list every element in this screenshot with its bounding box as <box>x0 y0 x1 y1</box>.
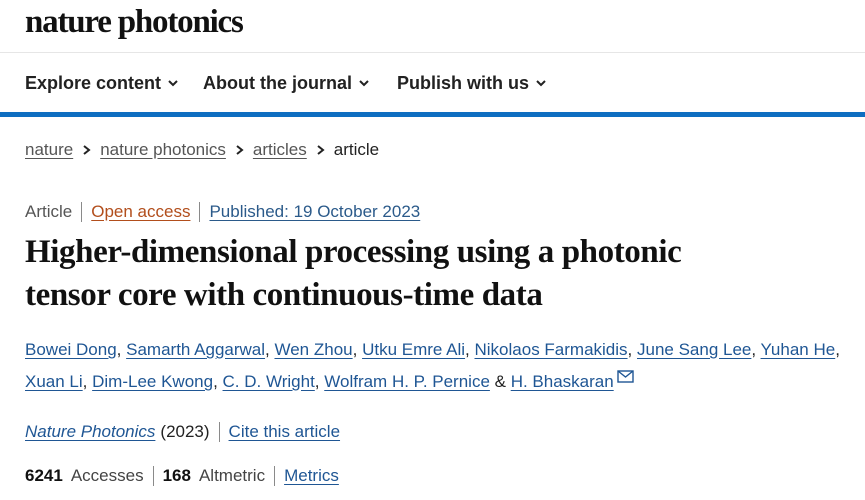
breadcrumb-link-nature[interactable]: nature <box>25 139 73 161</box>
altmetric-count: 168 <box>162 466 191 485</box>
site-header: nature photonics <box>0 0 865 53</box>
cite-this-article-link[interactable]: Cite this article <box>229 420 340 444</box>
chevron-right-icon <box>317 145 325 155</box>
author-separator: , <box>213 372 223 391</box>
author-link[interactable]: C. D. Wright <box>223 372 315 391</box>
article-type: Article <box>25 202 73 221</box>
nav-about-label: About the journal <box>203 73 352 93</box>
accesses-count: 6241 <box>25 466 63 485</box>
metrics-link[interactable]: Metrics <box>284 464 339 488</box>
author-separator: , <box>627 340 637 359</box>
nav-explore-content[interactable]: Explore content <box>25 72 179 94</box>
author-separator: , <box>835 340 840 359</box>
accesses-label: Accesses <box>70 466 144 485</box>
mail-icon[interactable] <box>617 370 634 383</box>
divider <box>199 202 201 222</box>
author-link[interactable]: Wen Zhou <box>274 340 352 359</box>
publication-year: (2023) <box>160 422 210 441</box>
author-list: Bowei Dong, Samarth Aggarwal, Wen Zhou, … <box>25 334 850 398</box>
author-separator: , <box>116 340 127 359</box>
breadcrumb-link-nature-photonics[interactable]: nature photonics <box>100 139 226 161</box>
nav-explore-label: Explore content <box>25 73 162 93</box>
breadcrumb-current: article <box>333 140 380 159</box>
altmetric-label: Altmetric <box>198 466 266 485</box>
divider <box>218 422 220 442</box>
breadcrumb-link-articles[interactable]: articles <box>253 139 307 161</box>
article-meta: Article Open access Published: 19 Octobe… <box>25 200 420 224</box>
breadcrumb: nature nature photonics articles article <box>25 139 379 161</box>
author-link[interactable]: Wolfram H. P. Pernice <box>324 372 490 391</box>
nav-publish-with-us[interactable]: Publish with us <box>397 72 547 94</box>
author-separator: , <box>82 372 93 391</box>
divider <box>152 466 154 486</box>
author-ampersand: & <box>494 372 511 391</box>
author-link[interactable]: June Sang Lee <box>637 340 751 359</box>
chevron-right-icon <box>236 145 244 155</box>
author-link[interactable]: Nikolaos Farmakidis <box>475 340 628 359</box>
main-nav: Explore content About the journal Publis… <box>0 53 865 112</box>
author-link[interactable]: Xuan Li <box>25 372 83 391</box>
nav-divider <box>0 112 865 117</box>
nav-about-journal[interactable]: About the journal <box>203 72 370 94</box>
site-logo[interactable]: nature photonics <box>25 2 244 42</box>
article-title: Higher-dimensional processing using a ph… <box>25 231 845 317</box>
author-link[interactable]: Dim-Lee Kwong <box>92 372 213 391</box>
published-date-link[interactable]: Published: 19 October 2023 <box>209 200 420 224</box>
chevron-right-icon <box>83 145 91 155</box>
divider <box>274 466 276 486</box>
journal-citation: Nature Photonics (2023) Cite this articl… <box>25 420 340 444</box>
article-title-line-2: tensor core with continuous-time data <box>25 277 543 313</box>
journal-link[interactable]: Nature Photonics <box>25 420 155 444</box>
chevron-down-icon <box>168 80 178 87</box>
author-link[interactable]: Yuhan He <box>761 340 836 359</box>
author-link[interactable]: Utku Emre Ali <box>362 340 465 359</box>
article-title-line-1: Higher-dimensional processing using a ph… <box>25 234 682 270</box>
author-separator: , <box>751 340 761 359</box>
nav-publish-label: Publish with us <box>397 73 530 93</box>
author-link[interactable]: Bowei Dong <box>25 340 117 359</box>
author-separator: , <box>465 340 475 359</box>
author-link[interactable]: Samarth Aggarwal <box>126 340 265 359</box>
author-separator: , <box>314 372 325 391</box>
chevron-down-icon <box>359 80 369 87</box>
article-metrics: 6241 Accesses 168 Altmetric Metrics <box>25 464 339 488</box>
divider <box>81 202 83 222</box>
open-access-link[interactable]: Open access <box>91 200 190 224</box>
chevron-down-icon <box>536 80 546 87</box>
author-separator: , <box>352 340 363 359</box>
author-link-corresponding[interactable]: H. Bhaskaran <box>511 372 614 391</box>
